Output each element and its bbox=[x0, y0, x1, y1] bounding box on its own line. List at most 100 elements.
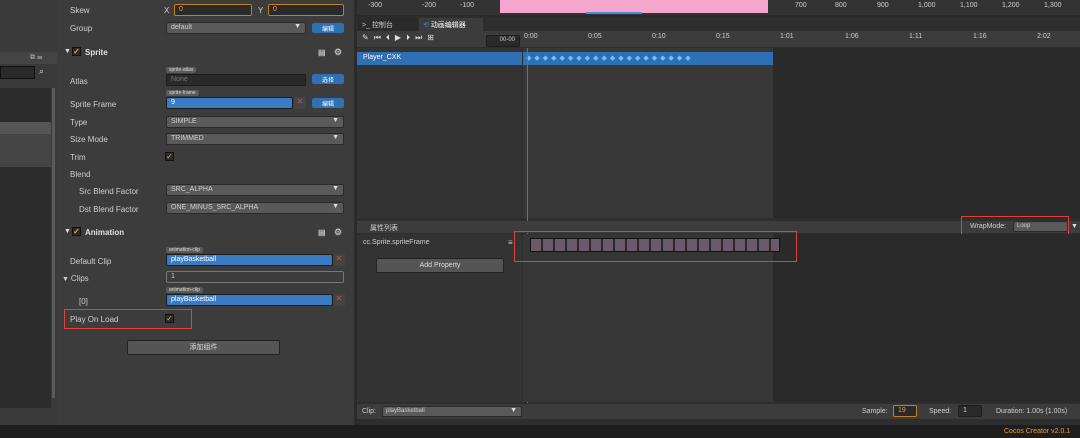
node-row-player[interactable]: Player_CXK bbox=[357, 52, 522, 65]
chevron-down-icon: ▼ bbox=[294, 23, 301, 30]
ruler-tick: 800 bbox=[835, 2, 847, 9]
type-value: SIMPLE bbox=[171, 118, 197, 125]
tab-animation-editor[interactable]: ⟲ 动画编辑器 bbox=[419, 18, 483, 31]
hierarchy-selected-row[interactable] bbox=[0, 122, 51, 134]
tab-console[interactable]: >_ 控制台 bbox=[358, 18, 418, 31]
search-icon[interactable]: ⌕ bbox=[39, 66, 51, 79]
time-tick: 0:05 bbox=[588, 33, 602, 40]
anim-toolbar-icons: ✎⏮⏴▶⏵⏭⊞ bbox=[362, 33, 439, 43]
group-select[interactable]: default ▼ bbox=[166, 22, 306, 34]
property-name: cc.Sprite.spriteFrame bbox=[363, 239, 430, 246]
ruler-tick: 1,200 bbox=[1002, 2, 1020, 9]
atlas-select-button[interactable]: 选择 bbox=[312, 74, 344, 84]
skew-y-label: Y bbox=[258, 6, 264, 15]
ruler-tick: 1,300 bbox=[1044, 2, 1062, 9]
add-component-button[interactable]: 添加组件 bbox=[127, 340, 280, 355]
animation-section-header[interactable]: ▼ ✓ Animation ▤ ⚙ bbox=[62, 226, 352, 242]
gear-icon[interactable]: ⚙ bbox=[334, 47, 342, 58]
sample-label: Sample: bbox=[862, 408, 888, 415]
book-icon[interactable]: ▤ bbox=[318, 228, 326, 237]
collapse-arrow-icon[interactable]: ▼ bbox=[64, 48, 71, 55]
sprite-frame-field[interactable]: 9 bbox=[166, 97, 293, 109]
ruler-tick: -100 bbox=[460, 2, 475, 9]
sprite-section-header[interactable]: ▼ ✓ Sprite ▤ ⚙ bbox=[62, 46, 352, 62]
sprite-frame-edit-button[interactable]: 编辑 bbox=[312, 98, 344, 108]
hierarchy-search-input[interactable] bbox=[0, 66, 35, 79]
default-clip-field[interactable]: playBasketball bbox=[166, 254, 333, 266]
keyframe-diamonds[interactable]: ◆◆◆◆◆◆◆◆◆◆◆◆◆◆◆◆◆◆◆◆ bbox=[526, 52, 694, 65]
clip0-field[interactable]: playBasketball bbox=[166, 294, 333, 306]
chevron-down-icon: ▼ bbox=[332, 203, 339, 210]
trim-checkbox[interactable]: ✓ bbox=[165, 152, 174, 161]
time-tick: 1:16 bbox=[973, 33, 987, 40]
scene-blue-marker bbox=[586, 12, 642, 14]
last-frame-icon[interactable]: ⏭ bbox=[415, 33, 427, 42]
clip0-type-tag: animation-clip bbox=[166, 287, 203, 293]
sprite-enabled-checkbox[interactable]: ✓ bbox=[72, 47, 81, 56]
book-icon[interactable]: ▤ bbox=[318, 48, 326, 57]
dst-blend-label: Dst Blend Factor bbox=[79, 205, 139, 214]
time-tick: 2:02 bbox=[1037, 33, 1051, 40]
blend-label: Blend bbox=[70, 170, 91, 179]
group-label: Group bbox=[70, 24, 93, 33]
menu-icon[interactable]: ≡ bbox=[508, 238, 513, 247]
clear-icon[interactable]: ✕ bbox=[333, 294, 345, 306]
hierarchy-scrollbar[interactable] bbox=[52, 88, 55, 398]
sample-input[interactable]: 19 bbox=[893, 405, 917, 417]
version-text: Cocos Creator v2.0.1 bbox=[1004, 428, 1071, 435]
skew-x-input[interactable]: 0 bbox=[174, 4, 252, 16]
next-frame-icon[interactable]: ⏵ bbox=[406, 33, 415, 42]
clips-count-input[interactable]: 1 bbox=[166, 271, 344, 283]
group-edit-button[interactable]: 编辑 bbox=[312, 23, 344, 33]
panel-options-icon[interactable]: ⧉ ☰ bbox=[30, 54, 42, 62]
clear-icon[interactable]: ✕ bbox=[333, 254, 345, 266]
speed-input[interactable]: 1 bbox=[958, 405, 982, 417]
default-clip-type-tag: animation-clip bbox=[166, 247, 203, 253]
play-icon[interactable]: ▶ bbox=[395, 33, 406, 42]
time-tick: 0:00 bbox=[524, 33, 538, 40]
prev-frame-icon[interactable]: ⏴ bbox=[386, 33, 395, 42]
atlas-type-tag: sprite-atlas bbox=[166, 67, 197, 73]
time-tick: 1:01 bbox=[780, 33, 794, 40]
ruler-tick: 900 bbox=[877, 2, 889, 9]
add-property-button[interactable]: Add Property bbox=[376, 258, 504, 273]
chevron-down-icon[interactable]: ▼ bbox=[1071, 223, 1078, 230]
type-select[interactable]: SIMPLE ▼ bbox=[166, 116, 344, 128]
ruler-tick: -300 bbox=[368, 2, 383, 9]
src-blend-select[interactable]: SRC_ALPHA ▼ bbox=[166, 184, 344, 196]
clip-select[interactable]: playBasketball ▼ bbox=[382, 406, 522, 417]
time-tick: 0:10 bbox=[652, 33, 666, 40]
first-frame-icon[interactable]: ⏮ bbox=[374, 33, 386, 42]
src-blend-label: Src Blend Factor bbox=[79, 187, 139, 196]
clip-label: Clip: bbox=[362, 408, 377, 415]
collapse-arrow-icon[interactable]: ▼ bbox=[64, 228, 71, 235]
group-value: default bbox=[171, 24, 193, 31]
animation-enabled-checkbox[interactable]: ✓ bbox=[72, 227, 81, 236]
duration-text: Duration: 1.00s (1.00s) bbox=[996, 408, 1068, 415]
skew-y-input[interactable]: 0 bbox=[268, 4, 344, 16]
ruler-tick: 700 bbox=[795, 2, 807, 9]
default-clip-label: Default Clip bbox=[70, 257, 112, 266]
tab-animation-label: 动画编辑器 bbox=[430, 22, 466, 29]
animation-icon: ⟲ bbox=[423, 22, 431, 29]
node-list bbox=[357, 48, 522, 218]
atlas-field[interactable]: None bbox=[166, 74, 306, 86]
type-label: Type bbox=[70, 118, 88, 127]
clear-icon[interactable]: ✕ bbox=[294, 97, 306, 109]
size-mode-label: Size Mode bbox=[70, 135, 108, 144]
src-blend-value: SRC_ALPHA bbox=[171, 186, 213, 193]
console-icon: >_ bbox=[362, 22, 372, 29]
edit-icon[interactable]: ✎ bbox=[362, 33, 374, 42]
add-event-icon[interactable]: ⊞ bbox=[427, 33, 439, 42]
dst-blend-select[interactable]: ONE_MINUS_SRC_ALPHA ▼ bbox=[166, 202, 344, 214]
gear-icon[interactable]: ⚙ bbox=[334, 227, 342, 238]
current-time-field[interactable]: 00-00 bbox=[486, 35, 520, 47]
chevron-down-icon: ▼ bbox=[332, 185, 339, 192]
collapse-arrow-icon[interactable]: ▼ bbox=[62, 276, 71, 283]
hierarchy-row[interactable] bbox=[0, 134, 51, 167]
hierarchy-header bbox=[0, 52, 57, 64]
chevron-down-icon: ▼ bbox=[332, 117, 339, 124]
time-tick: 1:11 bbox=[909, 33, 923, 40]
size-mode-select[interactable]: TRIMMED ▼ bbox=[166, 133, 344, 145]
keyframes-highlight bbox=[514, 231, 797, 262]
